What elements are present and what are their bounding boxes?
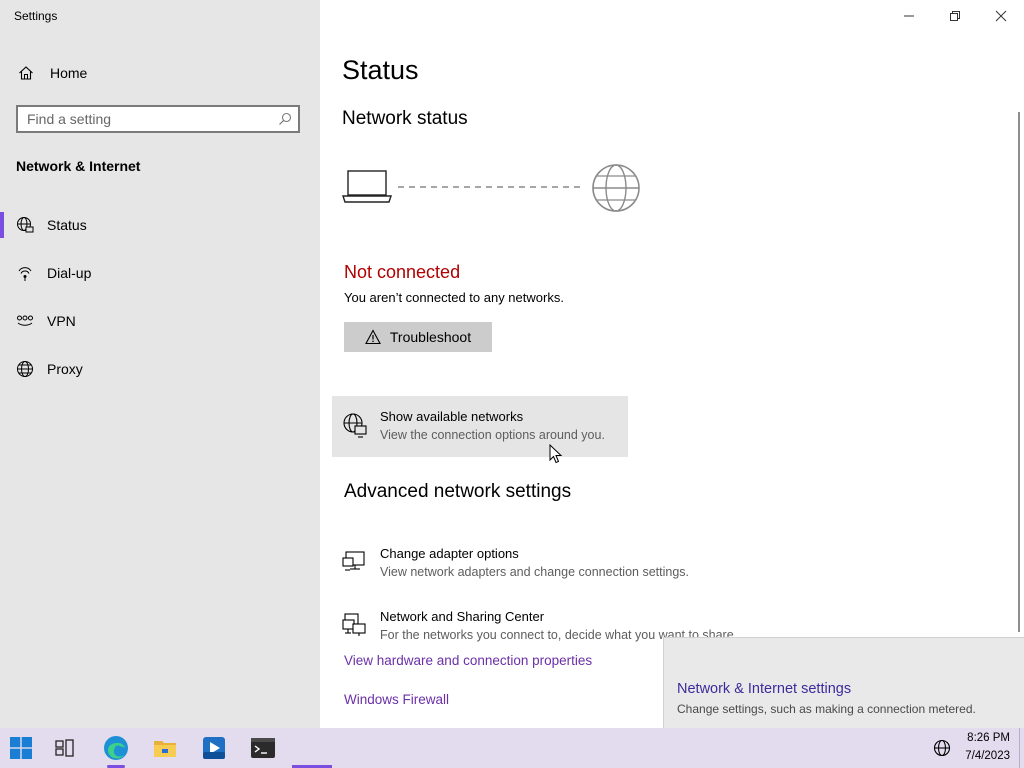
change-adapter-options[interactable]: Change adapter options View network adap…: [332, 533, 752, 583]
troubleshoot-button[interactable]: Troubleshoot: [344, 322, 492, 352]
adapter-options-description: View network adapters and change connect…: [380, 565, 689, 579]
laptop-icon: [342, 170, 392, 203]
globe-internet-icon: [592, 164, 640, 212]
file-explorer-button[interactable]: [145, 728, 185, 768]
taskbar: 8:26 PM 7/4/2023: [0, 728, 1024, 768]
file-explorer-icon: [154, 741, 176, 757]
network-adapter-icon: [342, 549, 368, 575]
sidebar-section-title: Network & Internet: [16, 158, 141, 174]
sidebar-item-vpn[interactable]: VPN: [0, 301, 320, 341]
connection-description: You aren’t connected to any networks.: [344, 290, 564, 305]
close-button[interactable]: [978, 0, 1024, 32]
start-button[interactable]: [1, 728, 41, 768]
network-tray-button[interactable]: [922, 728, 962, 768]
media-app-icon: [203, 737, 225, 759]
edge-icon: [104, 736, 128, 760]
globe-icon: [16, 360, 34, 378]
sidebar-item-dialup[interactable]: Dial-up: [0, 253, 320, 293]
close-icon: [995, 10, 1007, 22]
globe-network-icon: [933, 739, 951, 757]
show-networks-description: View the connection options around you.: [380, 428, 605, 442]
sidebar-item-label: Status: [47, 217, 87, 233]
sidebar-item-label: Dial-up: [47, 265, 92, 281]
network-flyout: Network & Internet settings Change setti…: [663, 637, 1024, 728]
dialup-icon: [16, 264, 34, 282]
edge-taskbar-button[interactable]: [96, 728, 136, 768]
network-diagram: [342, 160, 652, 220]
sidebar-item-label: Home: [50, 65, 88, 81]
show-networks-title: Show available networks: [380, 409, 524, 424]
minimize-button[interactable]: [886, 0, 932, 32]
network-settings-description: Change settings, such as making a connec…: [677, 702, 976, 716]
clock-time[interactable]: 8:26 PM: [967, 732, 1010, 744]
show-available-networks[interactable]: Show available networks View the connect…: [332, 396, 628, 457]
sidebar-item-label: Proxy: [47, 361, 83, 377]
search-icon[interactable]: [278, 112, 292, 126]
sidebar-item-home[interactable]: Home: [0, 53, 320, 93]
sharing-center-title: Network and Sharing Center: [380, 609, 545, 624]
warning-icon: [364, 329, 381, 345]
sidebar-item-status[interactable]: Status: [0, 205, 320, 245]
task-view-button[interactable]: [45, 728, 85, 768]
vpn-icon: [16, 312, 34, 330]
mouse-cursor: [549, 443, 563, 464]
sidebar-item-label: VPN: [47, 313, 76, 329]
connection-state: Not connected: [344, 262, 461, 282]
advanced-settings-heading: Advanced network settings: [344, 481, 572, 502]
globe-network-icon: [16, 216, 34, 234]
terminal-button[interactable]: [243, 728, 283, 768]
restore-button[interactable]: [932, 0, 978, 32]
show-desktop-button[interactable]: [1019, 728, 1020, 768]
page-title: Status: [342, 55, 419, 85]
restore-icon: [950, 11, 960, 21]
task-view-icon: [55, 739, 74, 757]
windows-firewall-link[interactable]: Windows Firewall: [344, 692, 449, 707]
terminal-icon: [251, 738, 275, 758]
media-app-button[interactable]: [194, 728, 234, 768]
search-input[interactable]: [27, 111, 267, 127]
home-icon: [17, 64, 35, 82]
start-icon: [10, 737, 32, 759]
search-box[interactable]: [16, 105, 300, 133]
view-hardware-properties-link[interactable]: View hardware and connection properties: [344, 653, 592, 668]
scrollbar[interactable]: [1018, 112, 1020, 632]
network-settings-link[interactable]: Network & Internet settings: [677, 681, 851, 697]
window-title: Settings: [14, 9, 58, 23]
globe-network-icon: [342, 412, 368, 438]
network-status-heading: Network status: [342, 108, 468, 129]
minimize-icon: [904, 15, 914, 17]
sharing-center-icon: [342, 612, 368, 638]
clock-date[interactable]: 7/4/2023: [965, 750, 1010, 762]
adapter-options-title: Change adapter options: [380, 546, 519, 561]
troubleshoot-label: Troubleshoot: [389, 329, 472, 345]
sidebar-item-proxy[interactable]: Proxy: [0, 349, 320, 389]
